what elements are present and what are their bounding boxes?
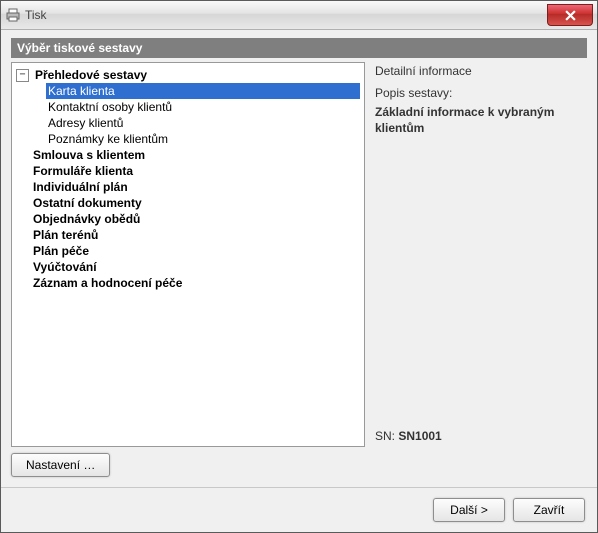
tree-branch[interactable]: Objednávky obědů: [16, 211, 360, 227]
collapse-icon[interactable]: −: [16, 69, 29, 82]
expander-spacer: [16, 278, 27, 289]
tree-node-label: Ostatní dokumenty: [31, 196, 144, 210]
tree-branch[interactable]: Formuláře klienta: [16, 163, 360, 179]
titlebar: Tisk: [1, 1, 597, 30]
sn-value: SN1001: [398, 429, 441, 443]
close-button[interactable]: [547, 4, 593, 26]
tree-leaf[interactable]: Adresy klientů: [46, 115, 360, 131]
expander-spacer: [16, 214, 27, 225]
close-icon: [565, 10, 576, 21]
tree-node-label: Vyúčtování: [31, 260, 99, 274]
tree-branch[interactable]: Ostatní dokumenty: [16, 195, 360, 211]
tree-node-label: Smlouva s klientem: [31, 148, 147, 162]
detail-title: Detailní informace: [371, 62, 587, 86]
tree-node-label: Záznam a hodnocení péče: [31, 276, 184, 290]
section-header: Výběr tiskové sestavy: [11, 38, 587, 58]
dialog-window: Tisk Výběr tiskové sestavy −Přehledové s…: [0, 0, 598, 533]
window-title: Tisk: [25, 8, 47, 22]
expander-spacer: [16, 262, 27, 273]
detail-caption: Popis sestavy:: [371, 86, 587, 104]
expander-spacer: [16, 198, 27, 209]
next-button[interactable]: Další >: [433, 498, 505, 522]
tree-branch[interactable]: −Přehledové sestavy: [16, 67, 360, 83]
expander-spacer: [16, 230, 27, 241]
panels: −Přehledové sestavyKarta klientaKontaktn…: [11, 62, 587, 447]
settings-row: Nastavení …: [11, 453, 587, 477]
tree-node-label: Adresy klientů: [46, 116, 125, 130]
detail-panel: Detailní informace Popis sestavy: Základ…: [371, 62, 587, 447]
tree-leaf[interactable]: Poznámky ke klientům: [46, 131, 360, 147]
printer-icon: [5, 7, 21, 23]
tree-node-label: Kontaktní osoby klientů: [46, 100, 174, 114]
tree-node-label: Karta klienta: [46, 84, 117, 98]
tree-node-label: Plán péče: [31, 244, 91, 258]
tree-node-label: Plán terénů: [31, 228, 100, 242]
expander-spacer: [16, 182, 27, 193]
tree-branch[interactable]: Záznam a hodnocení péče: [16, 275, 360, 291]
detail-description: Základní informace k vybraným klientům: [371, 104, 587, 136]
footer: Další > Zavřít: [1, 487, 597, 532]
content-area: Výběr tiskové sestavy −Přehledové sestav…: [1, 30, 597, 487]
expander-spacer: [16, 166, 27, 177]
tree-branch[interactable]: Individuální plán: [16, 179, 360, 195]
tree-branch[interactable]: Smlouva s klientem: [16, 147, 360, 163]
tree-node-label: Individuální plán: [31, 180, 130, 194]
sn-line: SN: SN1001: [375, 429, 442, 443]
close-dialog-button[interactable]: Zavřít: [513, 498, 585, 522]
tree-node-label: Formuláře klienta: [31, 164, 135, 178]
tree-branch[interactable]: Vyúčtování: [16, 259, 360, 275]
tree-leaf[interactable]: Kontaktní osoby klientů: [46, 99, 360, 115]
tree-node-label: Poznámky ke klientům: [46, 132, 170, 146]
tree-branch[interactable]: Plán terénů: [16, 227, 360, 243]
sn-label: SN:: [375, 429, 395, 443]
expander-spacer: [16, 150, 27, 161]
expander-spacer: [16, 246, 27, 257]
report-tree[interactable]: −Přehledové sestavyKarta klientaKontaktn…: [12, 67, 364, 291]
tree-leaf[interactable]: Karta klienta: [46, 83, 360, 99]
tree-panel: −Přehledové sestavyKarta klientaKontaktn…: [11, 62, 365, 447]
settings-button[interactable]: Nastavení …: [11, 453, 110, 477]
tree-node-label: Přehledové sestavy: [33, 68, 149, 82]
tree-node-label: Objednávky obědů: [31, 212, 142, 226]
tree-branch[interactable]: Plán péče: [16, 243, 360, 259]
